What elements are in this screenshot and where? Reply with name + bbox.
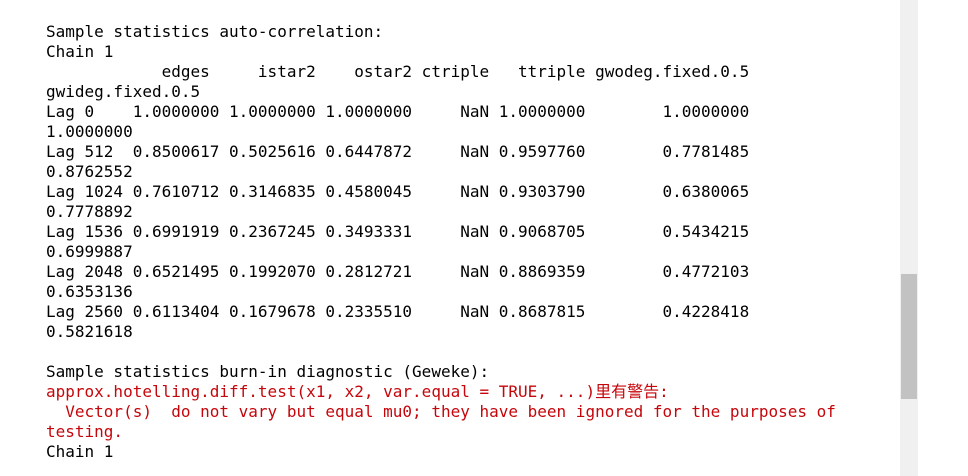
console-output-line: 1.0000000 xyxy=(46,122,133,141)
console-output-line: 0.5821618 xyxy=(46,322,133,341)
scrollbar-thumb[interactable] xyxy=(901,274,917,399)
console-output-line: Sample statistics burn-in diagnostic (Ge… xyxy=(46,362,490,381)
console-output-line: Lag 0 1.0000000 1.0000000 1.0000000 NaN … xyxy=(46,102,750,121)
console-output-line: Chain 1 xyxy=(46,442,114,461)
console-text: Sample statistics auto-correlation: Chain… xyxy=(46,22,836,462)
console-output-line xyxy=(46,342,836,362)
console-output-line: 0.7778892 xyxy=(46,202,133,221)
console-output-line: edges istar2 ostar2 ctriple ttriple gwod… xyxy=(46,62,750,81)
console-output-line: Chain 1 xyxy=(46,42,114,61)
console-output-line: Sample statistics auto-correlation: xyxy=(46,22,384,41)
console-warning-line: Vector(s) do not vary but equal mu0; the… xyxy=(46,402,836,421)
console-output-line: Lag 2048 0.6521495 0.1992070 0.2812721 N… xyxy=(46,262,750,281)
vertical-scrollbar[interactable] xyxy=(900,0,918,476)
console-output-pane[interactable]: Sample statistics auto-correlation: Chain… xyxy=(0,0,900,476)
console-output-line: gwideg.fixed.0.5 xyxy=(46,82,201,101)
window-right-margin xyxy=(918,0,968,476)
console-output-line: Lag 2560 0.6113404 0.1679678 0.2335510 N… xyxy=(46,302,750,321)
console-warning-line: approx.hotelling.diff.test(x1, x2, var.e… xyxy=(46,382,669,401)
console-output-line: 0.6353136 xyxy=(46,282,133,301)
console-output-line: Lag 1536 0.6991919 0.2367245 0.3493331 N… xyxy=(46,222,750,241)
console-output-line: Lag 1024 0.7610712 0.3146835 0.4580045 N… xyxy=(46,182,750,201)
console-output-line: 0.8762552 xyxy=(46,162,133,181)
r-console-window: Sample statistics auto-correlation: Chain… xyxy=(0,0,968,476)
console-output-line: 0.6999887 xyxy=(46,242,133,261)
console-warning-line: testing. xyxy=(46,422,124,441)
console-output-line: Lag 512 0.8500617 0.5025616 0.6447872 Na… xyxy=(46,142,750,161)
